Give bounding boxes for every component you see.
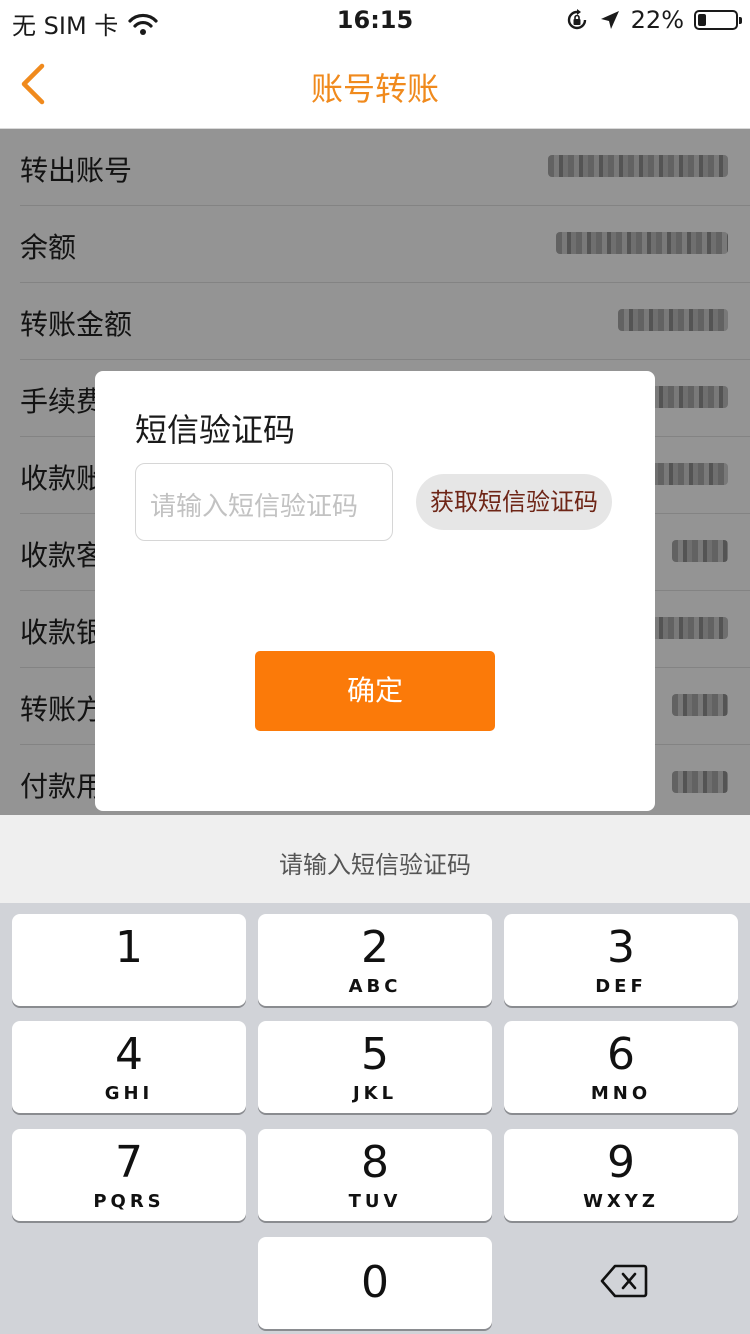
key-5[interactable]: 5 JKL: [258, 1021, 492, 1113]
key-number: 0: [361, 1257, 389, 1308]
status-right: 22%: [565, 6, 742, 34]
key-number: 4: [115, 1029, 143, 1080]
key-number: 5: [361, 1029, 389, 1080]
backspace-icon: [600, 1264, 648, 1298]
key-1[interactable]: 1: [12, 914, 246, 1006]
battery-percent: 22%: [630, 6, 684, 34]
key-number: 8: [361, 1137, 389, 1188]
key-number: 6: [607, 1029, 635, 1080]
key-number: 7: [115, 1137, 143, 1188]
numeric-keypad: 1 2 ABC 3 DEF 4 GHI 5 JKL 6 MNO 7 PQRS 8 TUV 9 W…: [0, 903, 750, 1334]
key-3[interactable]: 3 DEF: [504, 914, 738, 1006]
battery-fill: [698, 14, 706, 26]
location-arrow-icon: [600, 11, 619, 29]
key-8[interactable]: 8 TUV: [258, 1129, 492, 1221]
key-letters: MNO: [590, 1083, 652, 1104]
key-number: 3: [607, 922, 635, 973]
keyboard-hint-bar: 请输入短信验证码: [0, 815, 750, 903]
key-letters: DEF: [595, 976, 647, 997]
key-0[interactable]: 0: [258, 1237, 492, 1329]
dialog-title: 短信验证码: [135, 411, 296, 449]
key-6[interactable]: 6 MNO: [504, 1021, 738, 1113]
key-number: 2: [361, 922, 389, 973]
get-sms-code-button[interactable]: 获取短信验证码: [416, 474, 612, 530]
battery-icon: [694, 10, 742, 30]
key-number: 9: [607, 1137, 635, 1188]
sms-code-placeholder: 请输入短信验证码: [150, 492, 359, 522]
delete-key[interactable]: [503, 1237, 747, 1329]
key-letters: ABC: [348, 976, 402, 997]
key-letters: JKL: [352, 1083, 398, 1104]
status-bar: 无 SIM 卡 16:15 22%: [0, 0, 750, 40]
page-title: 账号转账: [310, 70, 439, 108]
key-letters: GHI: [104, 1083, 154, 1104]
key-9[interactable]: 9 WXYZ: [504, 1129, 738, 1221]
key-4[interactable]: 4 GHI: [12, 1021, 246, 1113]
key-letters: WXYZ: [583, 1191, 659, 1212]
sms-code-dialog: 短信验证码 请输入短信验证码 获取短信验证码 确定: [95, 371, 655, 811]
keyboard-hint: 请输入短信验证码: [279, 851, 471, 879]
nav-bar: 账号转账: [0, 40, 750, 129]
key-number: 1: [115, 922, 143, 973]
key-letters: PQRS: [93, 1191, 165, 1212]
key-letters: TUV: [348, 1191, 402, 1212]
key-2[interactable]: 2 ABC: [258, 914, 492, 1006]
key-7[interactable]: 7 PQRS: [12, 1129, 246, 1221]
sms-code-input[interactable]: 请输入短信验证码: [135, 463, 393, 541]
confirm-button[interactable]: 确定: [255, 651, 495, 731]
orientation-lock-icon: [567, 9, 586, 30]
